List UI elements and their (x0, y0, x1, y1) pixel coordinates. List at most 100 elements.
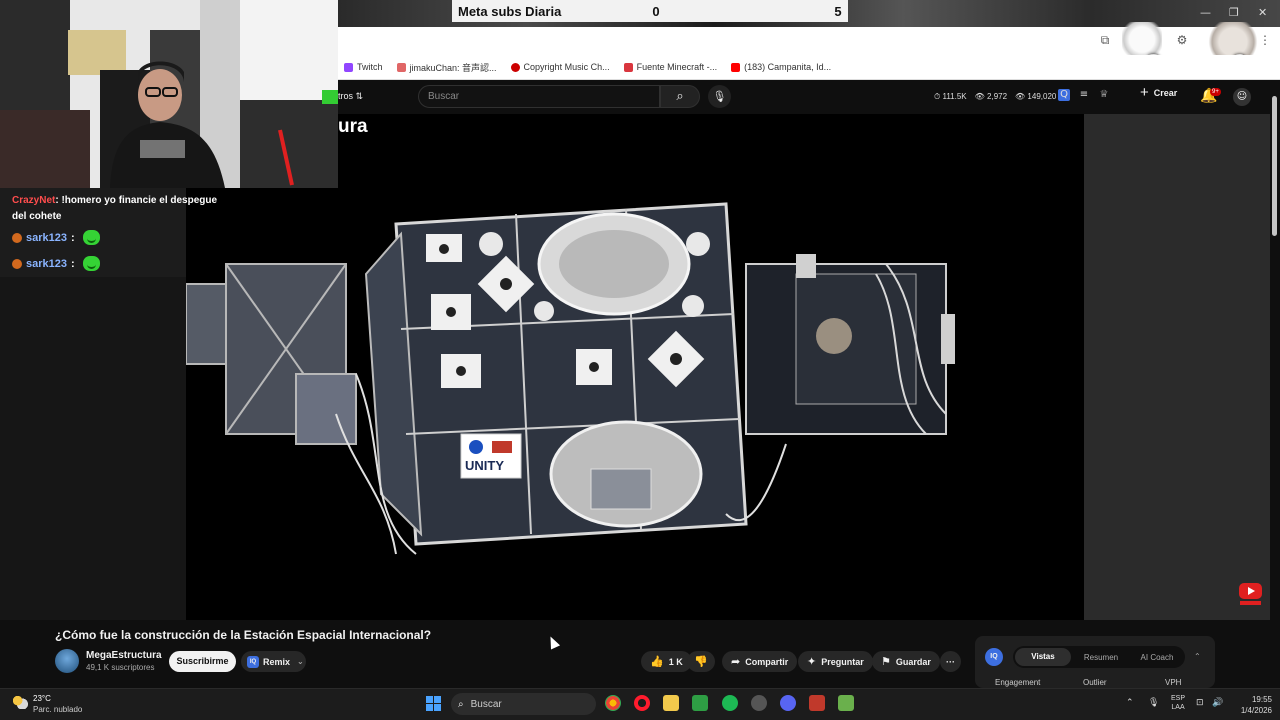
jimakuchan-icon (396, 62, 406, 72)
webcam-image (0, 0, 338, 188)
create-label: Crear (1153, 88, 1178, 98)
language-indicator[interactable]: ESP LAA (1171, 694, 1185, 712)
chat-text: : (71, 257, 75, 270)
youtube-icon (731, 62, 741, 72)
dislike-button[interactable]: 👎 (687, 651, 715, 672)
subscribe-button[interactable]: Suscribirme (169, 651, 236, 672)
tab-ai-coach[interactable]: AI Coach (1129, 653, 1185, 662)
start-menu-icon[interactable] (426, 696, 441, 711)
mic-icon[interactable]: 🎙 (708, 85, 731, 108)
video-editor-icon[interactable] (809, 695, 825, 711)
subs-goal-widget: Meta subs Diaria 0 5 (452, 0, 848, 22)
weather-description[interactable]: Parc. nublado (33, 705, 82, 714)
copyright-music-icon (510, 62, 520, 72)
bookmark-label: Fuente Minecraft -... (636, 62, 718, 72)
stat-watch-hours: ⏱ 111.5K (934, 92, 967, 101)
thumbs-down-icon: 👎 (694, 655, 708, 668)
minimize-button[interactable]: — (1200, 6, 1211, 19)
create-button[interactable]: + Crear (1140, 84, 1178, 101)
masthead-extension-icons: Q ≡ ♕ (1058, 89, 1110, 101)
plus-icon: + (1140, 84, 1149, 101)
chat-username: sark123 (26, 257, 67, 270)
bookmark-minecraft-font[interactable]: Fuente Minecraft -... (623, 62, 718, 72)
chevron-down-icon[interactable]: ⌄ (297, 657, 304, 666)
chat-username: sark123 (26, 231, 67, 244)
chat-text: : (71, 231, 75, 244)
chat-message: sark123 : (12, 230, 100, 245)
extensions-icon[interactable]: ⚙ (1175, 33, 1189, 47)
vidiq-vph-label: VPH (1165, 678, 1182, 687)
taskbar-search[interactable]: ⌕ Buscar (451, 693, 596, 715)
sparkle-icon: ✦ (807, 655, 817, 668)
search-icon[interactable]: ⌕ (660, 85, 700, 108)
like-button[interactable]: 👍 1 K (641, 651, 692, 672)
bookmark-jimakuchan[interactable]: jimakuChan: 音声認... (396, 61, 497, 74)
remix-label: Remix (263, 656, 291, 667)
chat-message: CrazyNet: !homero yo financie el despegu… (12, 193, 222, 225)
filters-button[interactable]: tros ⇅ (338, 91, 363, 102)
keyboard-layout: LAA (1171, 704, 1185, 711)
chevron-up-icon[interactable]: ⌃ (1194, 652, 1201, 661)
stream-chat: CrazyNet: !homero yo financie el despegu… (0, 188, 217, 277)
ask-button[interactable]: ✦ Preguntar (798, 651, 873, 672)
system-clock[interactable]: 19:55 1/4/2026 (1232, 694, 1272, 716)
steam-icon[interactable] (751, 695, 767, 711)
clock-time: 19:55 (1251, 695, 1272, 704)
chrome-icon[interactable] (605, 695, 621, 711)
search-input[interactable]: Buscar (418, 85, 660, 108)
microphone-icon[interactable]: 🎙 (1148, 698, 1159, 708)
minecraft-icon[interactable] (838, 695, 854, 711)
chat-message: sark123 : (12, 256, 100, 271)
install-icon[interactable]: ⧉ (1098, 33, 1112, 47)
more-actions-button[interactable]: ··· (940, 651, 961, 672)
network-icon[interactable]: ⊡ (1196, 698, 1204, 708)
trophy-icon[interactable]: ♕ (1098, 89, 1110, 101)
close-window-button[interactable]: ✕ (1258, 6, 1267, 19)
weather-icon[interactable] (12, 695, 28, 709)
goal-target: 5 (834, 3, 842, 19)
restore-button[interactable]: ❐ (1229, 6, 1239, 19)
youtube-subscribe-watermark-icon[interactable] (1238, 582, 1263, 606)
spotify-icon[interactable] (722, 695, 738, 711)
discord-icon[interactable] (780, 695, 796, 711)
volume-icon[interactable]: 🔊 (1212, 698, 1223, 708)
video-player[interactable]: UNITY (186, 114, 1084, 620)
opera-icon[interactable] (634, 695, 650, 711)
goal-current: 0 (652, 3, 660, 19)
remix-button[interactable]: IQ Remix ⌄ (241, 651, 306, 672)
clock-date: 1/4/2026 (1240, 706, 1272, 715)
bookmark-icon: ⚑ (881, 655, 891, 668)
language-code: ESP (1171, 695, 1186, 702)
vidiq-engagement-label: Engagement (995, 678, 1041, 687)
stat-total-views: 👁 149,020 (1015, 92, 1057, 101)
tray-overflow-icon[interactable]: ⌃ (1126, 698, 1134, 708)
more-icon: ··· (946, 656, 955, 667)
youtube-masthead: tros ⇅ Buscar ⌕ 🎙 ⏱ 111.5K 👁 2,972 👁 149… (338, 80, 1280, 114)
twitch-icon (344, 62, 353, 72)
account-avatar[interactable]: ☺ (1233, 88, 1251, 106)
video-title-overlay: ura (338, 116, 368, 137)
stat-views: 👁 2,972 (974, 92, 1008, 101)
tab-resumen[interactable]: Resumen (1073, 653, 1129, 662)
tab-vistas[interactable]: Vistas (1015, 648, 1071, 666)
save-button[interactable]: ⚑ Guardar (872, 651, 940, 672)
share-label: Compartir (745, 656, 789, 667)
iq-icon[interactable]: Q (1058, 89, 1070, 101)
weather-temperature[interactable]: 23°C (33, 694, 51, 703)
file-explorer-icon[interactable] (663, 695, 679, 711)
space-station-module-image: UNITY (186, 114, 1084, 620)
scrollbar-thumb[interactable] (1272, 96, 1277, 236)
channel-avatar[interactable] (55, 649, 79, 673)
bookmark-twitch[interactable]: Twitch (344, 62, 383, 72)
left-background-panel (0, 277, 186, 620)
list-icon[interactable]: ≡ (1078, 89, 1090, 101)
search-icon: ⌕ (458, 698, 464, 710)
bookmark-campanita[interactable]: (183) Campanita, Id... (731, 62, 831, 72)
save-label: Guardar (895, 656, 931, 667)
channel-name[interactable]: MegaEstructura (86, 650, 162, 661)
bookmark-copyright-music[interactable]: Copyright Music Ch... (510, 62, 610, 72)
smile-emote-icon (82, 230, 100, 245)
share-button[interactable]: ➦ Compartir (722, 651, 798, 672)
xbox-icon[interactable] (692, 695, 708, 711)
menu-icon[interactable]: ⋮ (1258, 33, 1272, 47)
